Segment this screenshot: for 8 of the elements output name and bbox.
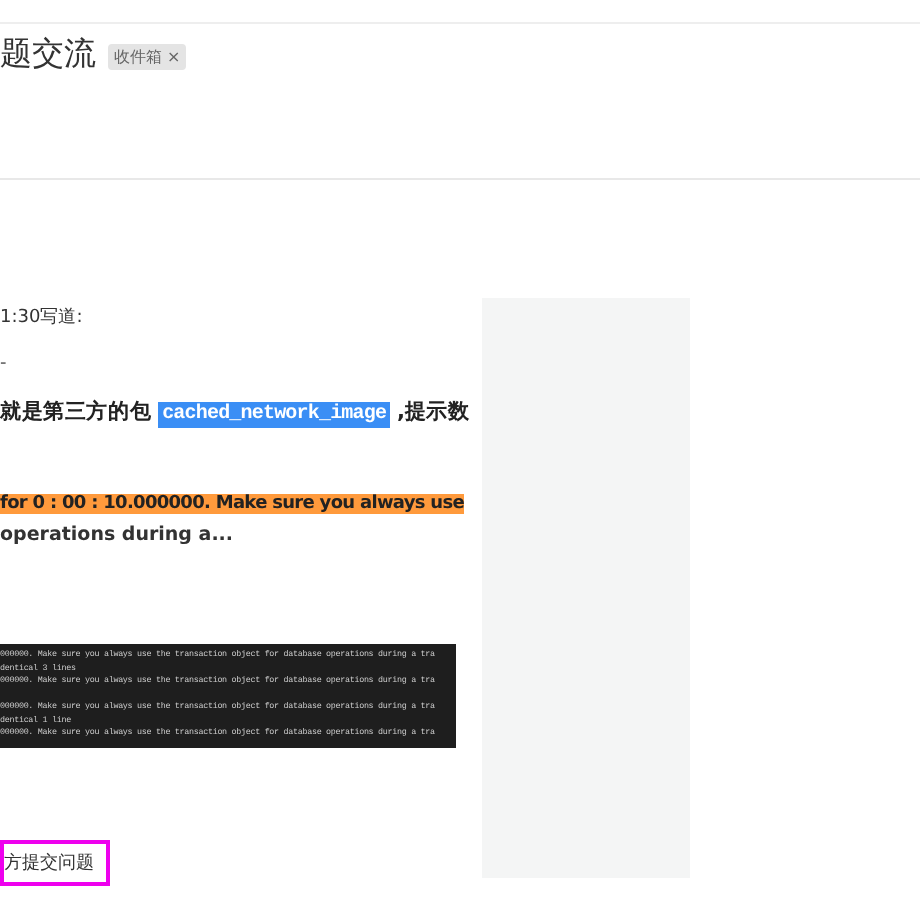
inbox-tag[interactable]: 收件箱 × bbox=[108, 44, 187, 70]
highlighted-text: for 0 : 00 : 10.000000. Make sure you always use bbox=[0, 494, 464, 514]
dash-text: - bbox=[0, 354, 9, 374]
submit-issue-link[interactable]: 方提交问题 bbox=[0, 839, 110, 885]
body-text: operations during a... bbox=[0, 524, 236, 546]
post-meta: 1:30写道: bbox=[0, 305, 85, 330]
body-paragraph: 就是第三方的包 cached_network_image ,提示数 bbox=[0, 398, 472, 426]
page-title: 题交流 bbox=[0, 32, 96, 76]
